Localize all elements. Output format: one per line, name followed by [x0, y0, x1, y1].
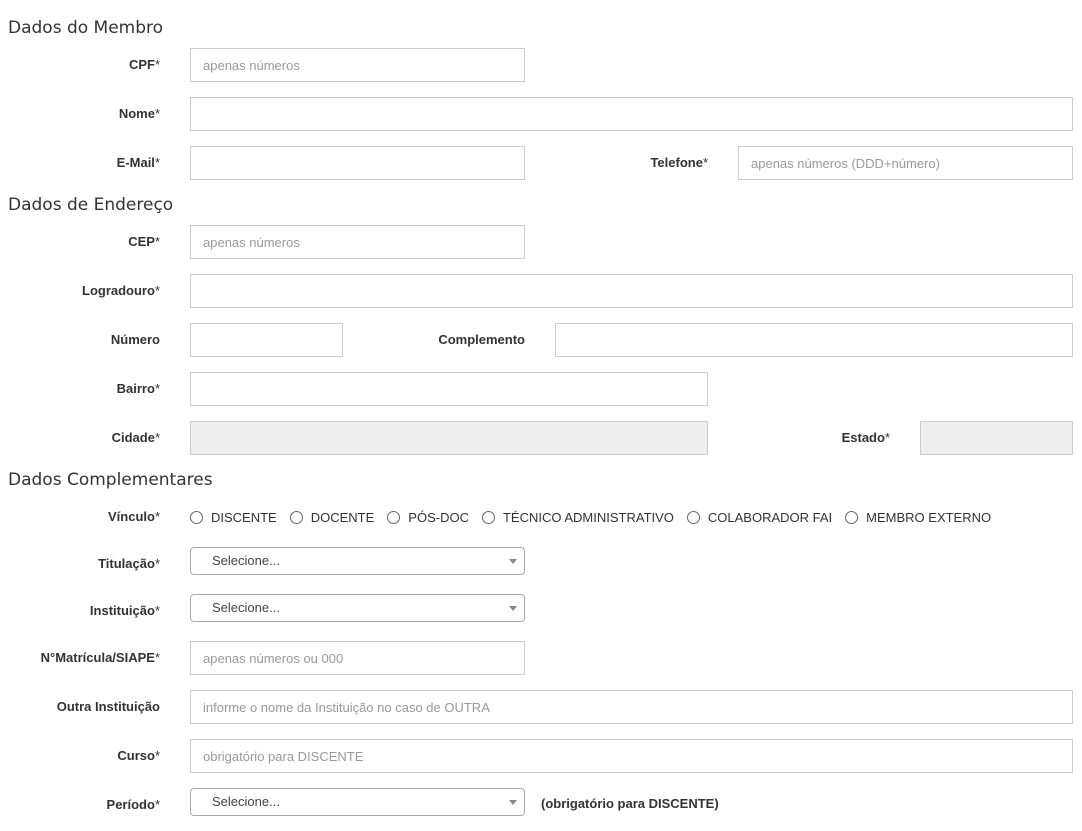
radio-colaborador-fai[interactable]: COLABORADOR FAI [686, 510, 832, 525]
email-input[interactable] [190, 146, 525, 180]
complemento-input[interactable] [555, 323, 1073, 357]
radio-discente[interactable]: DISCENTE [190, 510, 277, 525]
outra-instituicao-label: Outra Instituição [56, 699, 160, 714]
caret-down-icon [509, 559, 517, 564]
nome-input[interactable] [190, 97, 1073, 131]
vinculo-label: Vínculo* [107, 509, 160, 524]
radio-circle-icon[interactable] [387, 510, 401, 524]
curso-input[interactable] [190, 739, 1073, 773]
cidade-label: Cidade* [111, 430, 160, 445]
bairro-label: Bairro* [116, 381, 160, 396]
cidade-input [190, 421, 708, 455]
complemento-label: Complemento [438, 332, 525, 347]
curso-label: Curso* [117, 748, 160, 763]
instituicao-label: Instituição* [89, 603, 160, 618]
logradouro-label: Logradouro* [82, 283, 160, 298]
caret-down-icon [509, 800, 517, 805]
instituicao-selected-value: Selecione... [212, 600, 280, 615]
section-title-complementares: Dados Complementares [8, 470, 213, 490]
radio-circle-icon[interactable] [845, 510, 859, 524]
radio-docente[interactable]: DOCENTE [289, 510, 374, 525]
numero-label: Número [110, 332, 160, 347]
logradouro-input[interactable] [190, 274, 1073, 308]
titulacao-selected-value: Selecione... [212, 553, 280, 568]
radio-membro-externo[interactable]: MEMBRO EXTERNO [845, 510, 991, 525]
email-label: E-Mail* [116, 155, 160, 170]
radio-circle-icon[interactable] [481, 510, 495, 524]
caret-down-icon [509, 606, 517, 611]
numero-input[interactable] [190, 323, 343, 357]
cpf-input[interactable] [190, 48, 525, 82]
outra-instituicao-input[interactable] [190, 690, 1073, 724]
periodo-select[interactable]: Selecione... [190, 788, 525, 816]
matricula-input[interactable] [190, 641, 525, 675]
matricula-label: N°Matrícula/SIAPE* [40, 650, 160, 665]
radio-circle-icon[interactable] [289, 510, 303, 524]
cpf-label: CPF* [128, 57, 160, 72]
cep-label: CEP* [128, 234, 160, 249]
instituicao-select[interactable]: Selecione... [190, 594, 525, 622]
titulacao-select[interactable]: Selecione... [190, 547, 525, 575]
section-title-membro: Dados do Membro [8, 18, 164, 38]
radio-pos-doc[interactable]: PÓS-DOC [387, 510, 469, 525]
radio-circle-icon[interactable] [686, 510, 700, 524]
section-title-endereco: Dados de Endereço [8, 195, 174, 215]
estado-label: Estado* [841, 430, 890, 445]
vinculo-radio-group: DISCENTE DOCENTE PÓS-DOC TÉCNICO ADMINIS… [190, 507, 1004, 527]
bairro-input[interactable] [190, 372, 708, 406]
periodo-label: Período* [106, 797, 160, 812]
radio-tecnico-administrativo[interactable]: TÉCNICO ADMINISTRATIVO [481, 510, 674, 525]
periodo-note: (obrigatório para DISCENTE) [541, 796, 719, 811]
radio-circle-icon[interactable] [190, 510, 203, 524]
telefone-input[interactable] [738, 146, 1073, 180]
telefone-label: Telefone* [650, 155, 708, 170]
estado-input [920, 421, 1073, 455]
periodo-selected-value: Selecione... [212, 794, 280, 809]
nome-label: Nome* [118, 106, 160, 121]
titulacao-label: Titulação* [98, 556, 160, 571]
cep-input[interactable] [190, 225, 525, 259]
